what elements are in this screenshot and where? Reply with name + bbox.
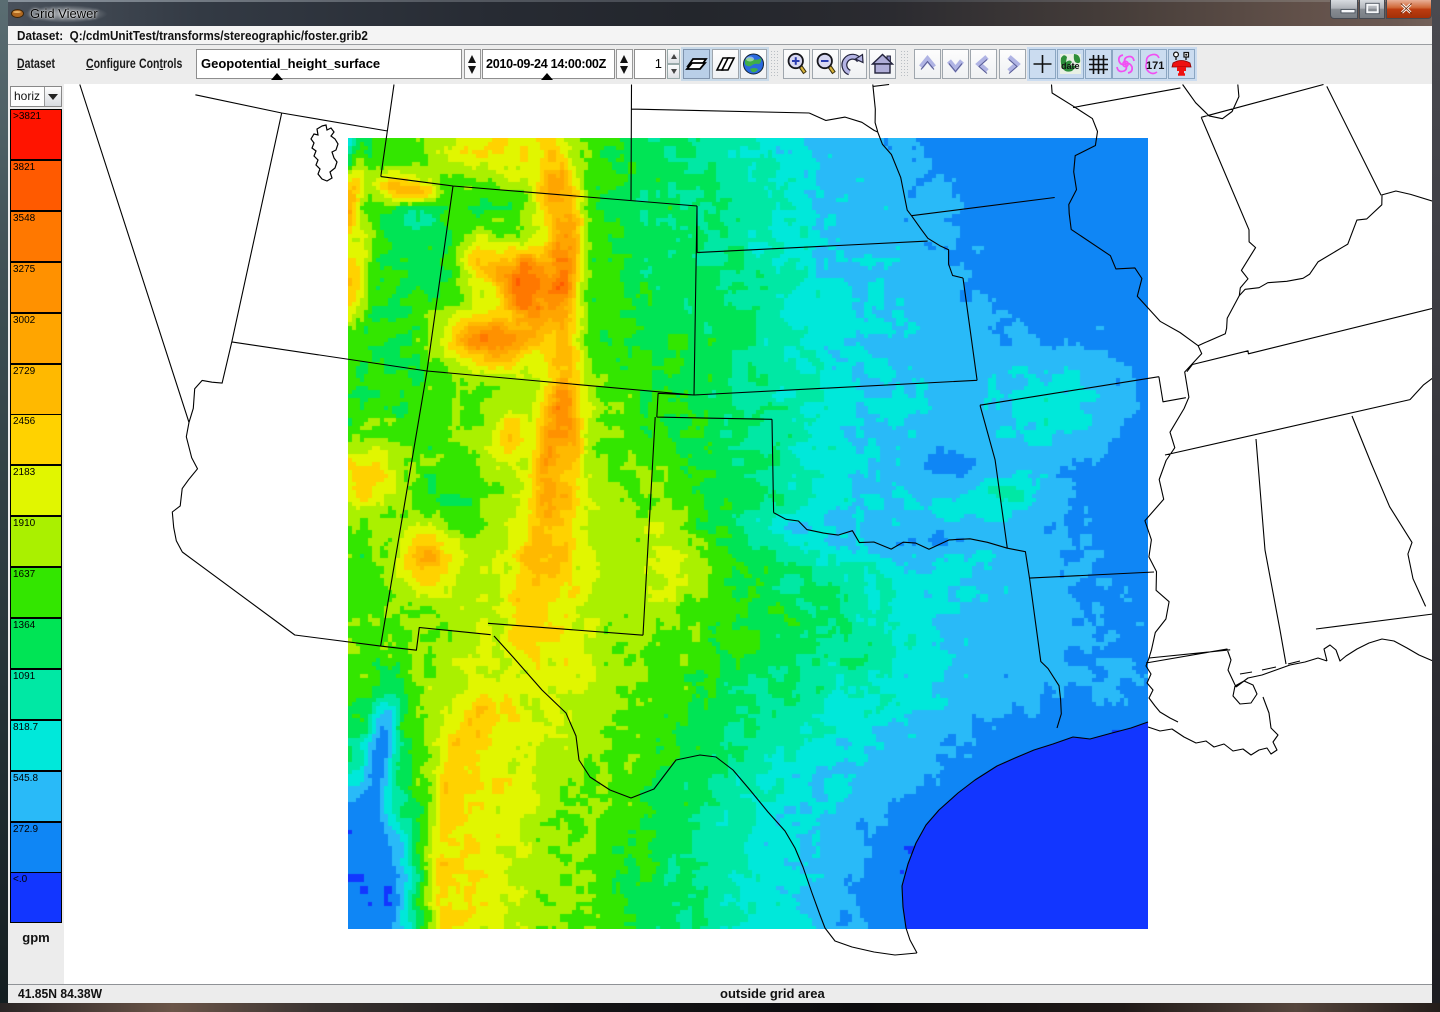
svg-text:date: date: [1061, 61, 1080, 71]
svg-text:171: 171: [1146, 60, 1164, 72]
